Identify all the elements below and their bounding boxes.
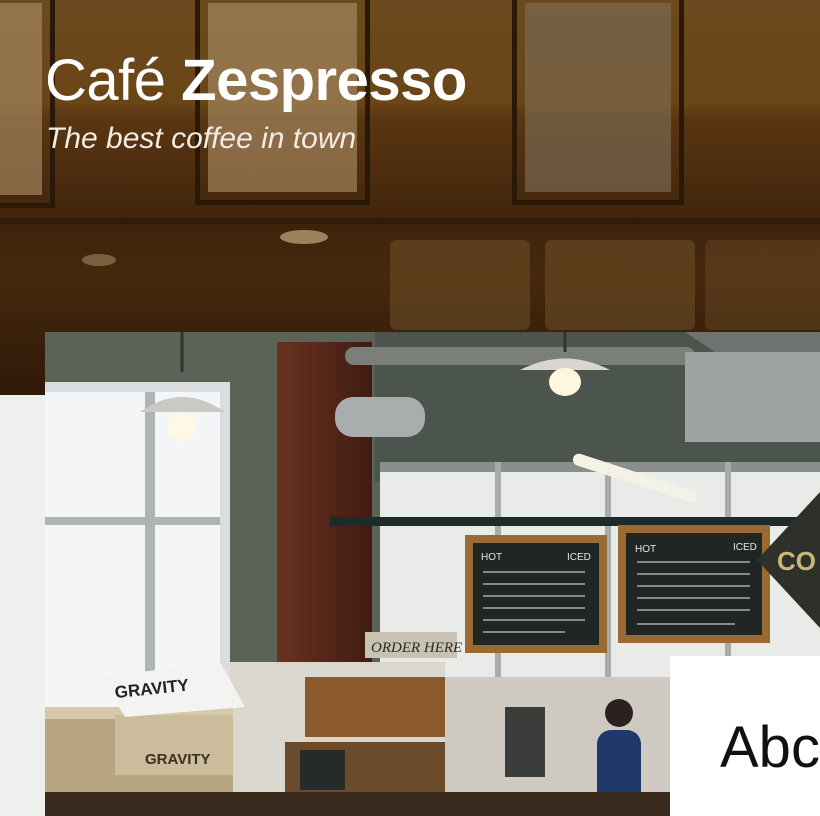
order-here-sign: ORDER HERE [371,640,462,656]
wall-shelf [0,218,820,224]
site-title-light: Café [45,48,166,113]
site-tagline: The best coffee in town [46,122,357,155]
about-heading: Abc [720,715,820,780]
menu-board-left-hot: HOT [481,552,502,563]
ceiling-light [82,254,116,266]
menu-board-right-hot: HOT [635,544,656,555]
site-title: Café Zespresso [45,46,467,116]
shelf-bokeh [705,240,820,330]
crate-label: GRAVITY [145,751,211,768]
side-sign-text: CO [777,546,816,576]
about-section-card: Abc [670,656,820,816]
ceiling-light [280,230,328,244]
menu-board-right-iced: ICED [733,542,757,553]
shelf-bokeh [545,240,695,330]
site-title-bold: Zespresso [181,48,467,113]
menu-board-left-iced: ICED [567,552,591,563]
wall-frame-right [512,0,684,205]
shelf-bokeh [390,240,530,330]
